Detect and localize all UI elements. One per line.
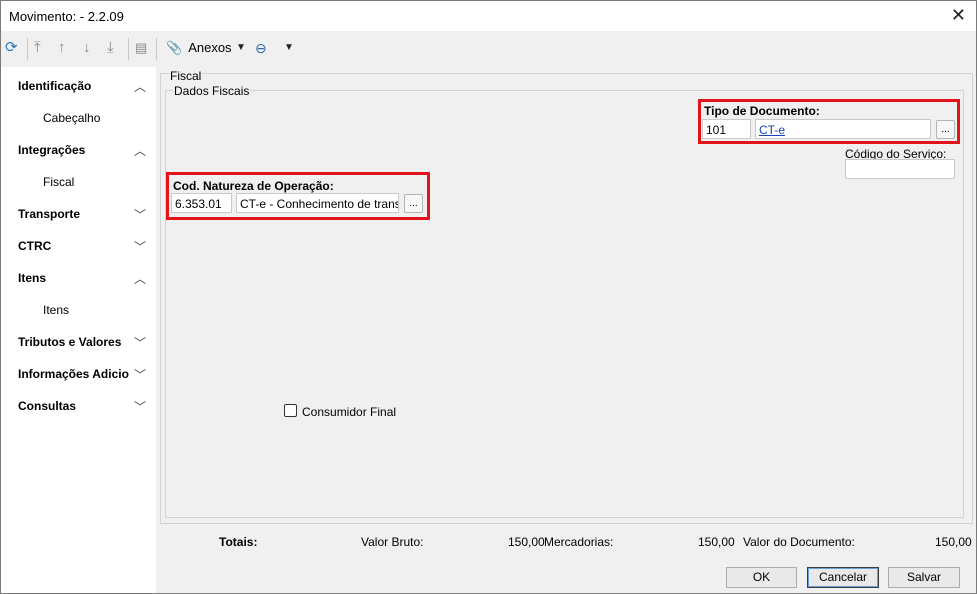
anexos-label: Anexos [188,40,232,55]
tipo-documento-lookup-button[interactable]: ... [936,120,955,139]
sidebar-item-ctrc[interactable]: CTRC [18,239,51,253]
sidebar-item-identificacao[interactable]: Identificação [18,79,91,93]
sidebar-item-informacoes[interactable]: Informações Adicio [18,367,129,381]
window-title: Movimento: - 2.2.09 [9,9,124,24]
valor-documento-value: 150,00 [935,535,972,549]
sidebar-item-fiscal[interactable]: Fiscal [43,175,74,189]
fiscal-panel-title: Fiscal [169,69,203,83]
natureza-operacao-label: Cod. Natureza de Operação: [173,179,334,193]
title-bar: Movimento: - 2.2.09 ✕ [1,1,976,31]
mercadorias-label: Mercadorias: [544,535,614,549]
toolbar-separator [156,38,157,60]
consumidor-final-label: Consumidor Final [302,405,397,419]
tipo-documento-label: Tipo de Documento: [704,104,820,118]
sidebar-item-tributos[interactable]: Tributos e Valores [18,335,121,349]
anexos-dropdown-icon[interactable]: ▼ [236,42,246,53]
chevron-up-icon[interactable]: ︿ [134,270,146,287]
move-up-icon[interactable]: ↑ [58,39,66,57]
anexos-button[interactable]: 📎 Anexos [166,40,232,56]
natureza-operacao-lookup-button[interactable]: ... [404,194,423,213]
tipo-documento-link[interactable]: CT-e [759,123,785,137]
chevron-down-icon[interactable]: ﹀ [134,398,146,415]
tipo-documento-description-field[interactable]: CT-e [755,119,931,139]
paperclip-icon: 📎 [166,40,183,55]
process-icon[interactable]: ⊖ [255,39,267,57]
mercadorias-value: 150,00 [698,535,735,549]
process-dropdown-icon[interactable]: ▼ [284,42,294,53]
natureza-operacao-description-field[interactable]: CT-e - Conhecimento de transport [236,193,399,213]
dados-fiscais-title: Dados Fiscais [173,84,251,98]
move-first-icon[interactable]: ⤒ [34,39,41,57]
chevron-down-icon[interactable]: ﹀ [134,206,146,223]
natureza-operacao-code-input[interactable]: 6.353.01 [171,193,232,213]
sidebar: Identificação ︿ Cabeçalho Integrações ︿ … [1,67,156,593]
chevron-up-icon[interactable]: ︿ [134,78,146,95]
sidebar-item-itens-sub[interactable]: Itens [43,303,69,317]
refresh-icon[interactable]: ⟳ [5,39,18,57]
chevron-up-icon[interactable]: ︿ [134,142,146,159]
codigo-servico-input[interactable] [845,159,955,179]
sidebar-item-cabecalho[interactable]: Cabeçalho [43,111,100,125]
dialog-window: Movimento: - 2.2.09 ✕ ⟳ ⤒ ↑ ↓ ⤓ ▤ 📎 Anexo… [0,0,977,594]
valor-bruto-label: Valor Bruto: [361,535,424,549]
save-button[interactable]: Salvar [888,567,960,588]
chevron-down-icon[interactable]: ﹀ [134,366,146,383]
sidebar-item-transporte[interactable]: Transporte [18,207,80,221]
valor-bruto-value: 150,00 [508,535,545,549]
document-list-icon[interactable]: ▤ [135,39,147,57]
sidebar-item-consultas[interactable]: Consultas [18,399,76,413]
toolbar: ⟳ ⤒ ↑ ↓ ⤓ ▤ 📎 Anexos ▼ ⊖ ▼ [1,31,976,65]
sidebar-item-integracoes[interactable]: Integrações [18,143,85,157]
consumidor-final-checkbox[interactable] [284,404,297,417]
close-icon[interactable]: ✕ [951,5,966,26]
sidebar-item-itens[interactable]: Itens [18,271,46,285]
chevron-down-icon[interactable]: ﹀ [134,238,146,255]
totais-label: Totais: [219,535,258,549]
chevron-down-icon[interactable]: ﹀ [134,334,146,351]
ok-button[interactable]: OK [726,567,797,588]
move-last-icon[interactable]: ⤓ [107,39,114,57]
move-down-icon[interactable]: ↓ [83,39,91,57]
toolbar-separator [128,38,129,60]
valor-documento-label: Valor do Documento: [743,535,855,549]
toolbar-separator [27,38,28,60]
tipo-documento-code-input[interactable]: 101 [702,119,751,139]
cancel-button[interactable]: Cancelar [807,567,879,588]
